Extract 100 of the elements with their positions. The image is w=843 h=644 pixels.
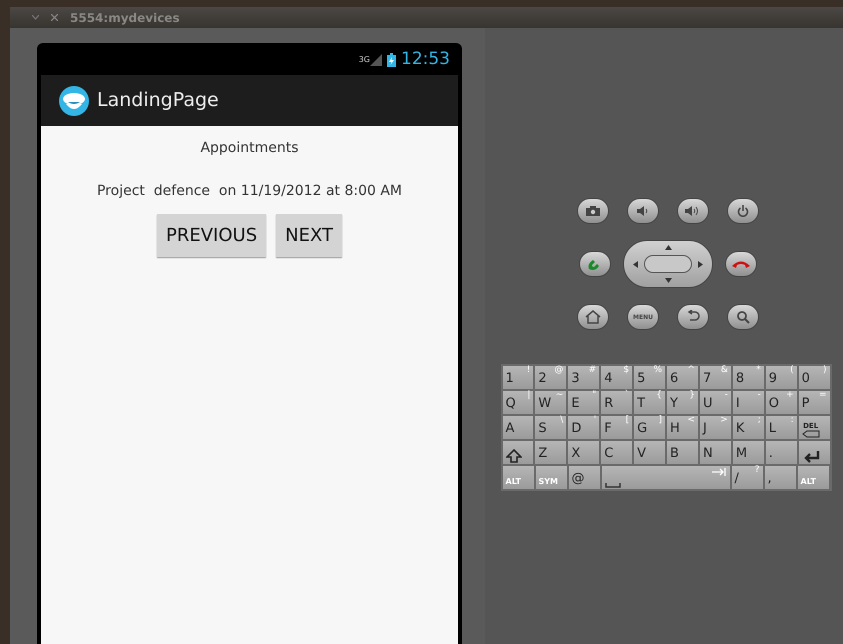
- alt-label: ": [592, 391, 596, 400]
- keyboard-key[interactable]: V: [634, 441, 666, 464]
- keyboard-key[interactable]: Y }: [667, 391, 698, 414]
- keyboard-key[interactable]: 5 %: [634, 366, 666, 389]
- key-label: SYM: [538, 476, 558, 488]
- key-label: @: [572, 470, 584, 488]
- home-button[interactable]: [577, 304, 609, 330]
- key-label: B: [670, 444, 679, 462]
- camera-button[interactable]: [577, 198, 609, 224]
- alt-label: |: [527, 391, 530, 400]
- keyboard-key[interactable]: X: [568, 441, 600, 464]
- keyboard-key[interactable]: 3 #: [568, 366, 600, 389]
- keyboard-key[interactable]: R `: [601, 391, 632, 414]
- alt-label: ?: [754, 466, 760, 475]
- alt-label: !: [526, 366, 530, 375]
- keyboard-key[interactable]: / ?: [732, 466, 762, 489]
- chevron-down-icon[interactable]: [32, 15, 39, 20]
- keyboard-key[interactable]: E ": [568, 391, 600, 414]
- key-label: Q: [506, 394, 516, 412]
- keyboard-key[interactable]: B: [667, 441, 698, 464]
- key-label: U: [702, 394, 712, 412]
- keyboard-key[interactable]: 1 !: [502, 366, 534, 389]
- key-label: O: [768, 394, 779, 412]
- speaker-icon: [637, 206, 649, 216]
- dpad-center[interactable]: [644, 255, 692, 273]
- keyboard-key[interactable]: C: [601, 441, 632, 464]
- up-arrow-icon: [664, 245, 672, 250]
- keyboard-key[interactable]: 7 &: [700, 366, 731, 389]
- keyboard-key[interactable]: @: [568, 466, 600, 489]
- key-label: V: [637, 444, 646, 462]
- key-label: D: [571, 420, 582, 438]
- keyboard-key[interactable]: 9 (: [766, 366, 797, 389]
- alt-label: >: [720, 416, 728, 425]
- keyboard-key[interactable]: F [: [601, 416, 632, 439]
- app-title: LandingPage: [97, 88, 219, 114]
- key-label: 5: [637, 370, 646, 388]
- alt-label: ': [594, 416, 596, 425]
- keyboard-key[interactable]: U -: [700, 391, 731, 414]
- alt-label: @: [554, 366, 564, 375]
- keyboard-key[interactable]: 6 ^: [667, 366, 698, 389]
- alt-label: ): [823, 366, 827, 375]
- keyboard-key[interactable]: .: [766, 441, 797, 464]
- back-button[interactable]: [677, 304, 709, 330]
- alt-label: -: [758, 391, 761, 400]
- alt-label: [: [626, 416, 630, 425]
- key-label: 2: [538, 370, 547, 388]
- previous-button[interactable]: PREVIOUS: [157, 214, 266, 257]
- keyboard-key[interactable]: O +: [766, 391, 797, 414]
- volume-up-button[interactable]: [677, 198, 709, 224]
- dpad[interactable]: [623, 240, 713, 288]
- keyboard-key[interactable]: I -: [732, 391, 764, 414]
- keyboard-key[interactable]: ,: [764, 466, 796, 489]
- keyboard-key[interactable]: 8 *: [732, 366, 764, 389]
- keyboard-key[interactable]: G ]: [634, 416, 666, 439]
- keyboard-key[interactable]: [798, 441, 830, 464]
- key-label: 7: [702, 370, 712, 388]
- keyboard-key[interactable]: W ~: [535, 391, 566, 414]
- power-icon: [737, 205, 749, 217]
- battery-icon: [387, 53, 396, 67]
- search-button[interactable]: [727, 304, 759, 330]
- keyboard-key[interactable]: 4 $: [601, 366, 632, 389]
- close-icon[interactable]: [51, 14, 58, 21]
- back-arrow-icon: [686, 310, 700, 324]
- shift-icon: [506, 449, 522, 463]
- keyboard-key[interactable]: N: [700, 441, 731, 464]
- keyboard-key[interactable]: H <: [667, 416, 698, 439]
- key-label: 3: [571, 370, 580, 388]
- keyboard-key[interactable]: D ': [568, 416, 600, 439]
- keyboard-key[interactable]: P =: [798, 391, 830, 414]
- keyboard-key[interactable]: Z: [535, 441, 566, 464]
- down-arrow-icon: [664, 278, 672, 283]
- keyboard-key[interactable]: L :: [766, 416, 797, 439]
- keyboard-key[interactable]: J >: [700, 416, 731, 439]
- key-label: G: [637, 420, 648, 438]
- call-button[interactable]: [579, 251, 611, 277]
- key-label: J: [702, 420, 707, 438]
- keyboard-key[interactable]: [502, 441, 534, 464]
- keyboard-key[interactable]: 0 ): [798, 366, 830, 389]
- keyboard-key[interactable]: K ;: [732, 416, 764, 439]
- keyboard-key[interactable]: A: [502, 416, 534, 439]
- next-button[interactable]: NEXT: [276, 214, 342, 257]
- alt-label: #: [588, 366, 596, 375]
- key-label: P: [802, 394, 810, 412]
- enter-icon: [802, 451, 820, 463]
- alt-label: <: [687, 416, 695, 425]
- keyboard-key[interactable]: S \: [535, 416, 566, 439]
- backspace-icon: [802, 430, 820, 438]
- end-call-button[interactable]: [725, 251, 757, 277]
- key-label: T: [637, 394, 646, 412]
- keyboard-key[interactable]: 2 @: [535, 366, 566, 389]
- volume-down-button[interactable]: [627, 198, 659, 224]
- key-label: 9: [768, 370, 778, 388]
- keyboard-key[interactable]: M: [732, 441, 764, 464]
- key-label: 0: [802, 370, 810, 388]
- power-button[interactable]: [727, 198, 759, 224]
- keyboard-key[interactable]: T {: [634, 391, 666, 414]
- keyboard-key[interactable]: Q |: [502, 391, 534, 414]
- key-label: N: [702, 444, 713, 462]
- key-label: X: [571, 444, 580, 462]
- alt-label: ^: [687, 366, 695, 375]
